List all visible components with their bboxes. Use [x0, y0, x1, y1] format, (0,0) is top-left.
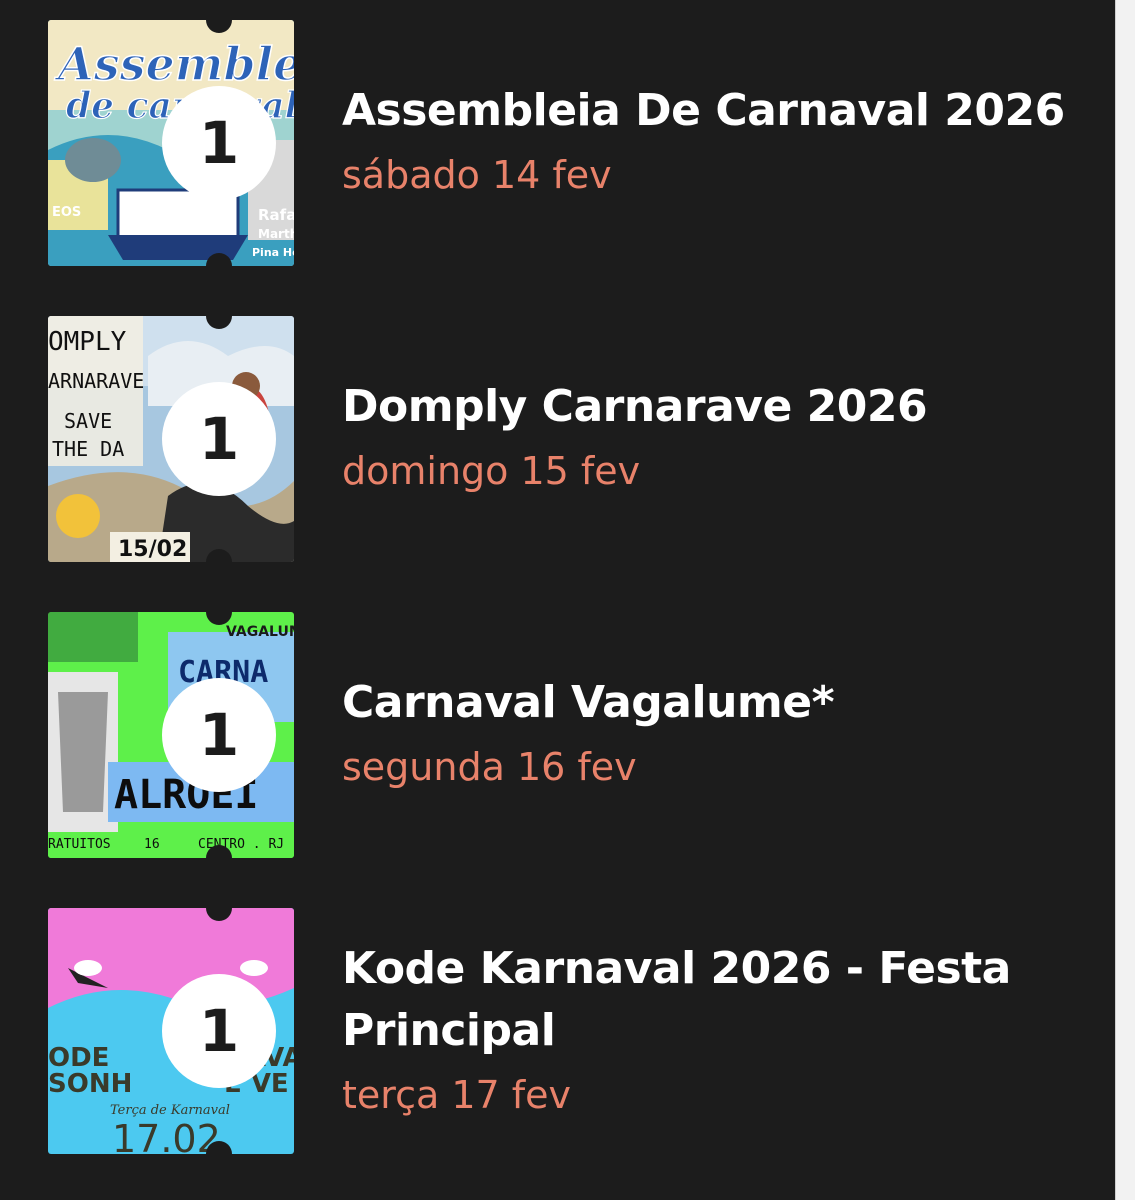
poster-text: Pina He: [252, 246, 294, 259]
event-date: terça 17 fev: [342, 1073, 572, 1117]
event-info: Assembleia De Carnaval 2026 sábado 14 fe…: [342, 80, 1102, 202]
poster-text: SAVE: [64, 409, 112, 433]
poster-text: Rafa: [258, 206, 294, 224]
poster-text: Marth: [258, 227, 294, 241]
poster-text: OMPLY: [48, 327, 127, 357]
event-thumbnail[interactable]: Assembleia de carnaval Rafa Marth Pina H…: [48, 20, 294, 266]
poster-text: Terça de Karnaval: [110, 1103, 230, 1118]
poster-text: VAGALUM: [226, 624, 294, 640]
event-date: sábado 14 fev: [342, 153, 612, 197]
event-thumbnail[interactable]: ODE NAVA SONH E VE Terça de Karnaval 17.…: [48, 908, 294, 1154]
event-thumbnail[interactable]: VAGALUM CARNA ALROEI RATUITOS 16 CENTRO …: [48, 612, 294, 858]
poster-text: SONH: [48, 1069, 132, 1099]
event-info: Carnaval Vagalume* segunda 16 fev: [342, 672, 1102, 794]
event-date: segunda 16 fev: [342, 745, 637, 789]
event-thumbnail[interactable]: OMPLY ARNARAVE SAVE THE DA 15/02 1: [48, 316, 294, 562]
ticket-quantity-badge: 1: [162, 678, 276, 792]
ticket-quantity-badge: 1: [162, 86, 276, 200]
poster-text: 16: [144, 837, 160, 852]
event-title[interactable]: Kode Karnaval 2026 - Festa Principal: [342, 938, 1102, 1062]
poster-text: 17.02: [112, 1117, 221, 1154]
event-item[interactable]: OMPLY ARNARAVE SAVE THE DA 15/02 1 Dompl…: [0, 316, 1115, 562]
ticket-quantity-badge: 1: [162, 382, 276, 496]
poster-text: RATUITOS: [48, 837, 111, 852]
scrollbar-track[interactable]: [1115, 0, 1135, 1200]
poster-text: 15/02: [118, 537, 187, 562]
poster-text: THE DA: [52, 437, 124, 461]
event-title[interactable]: Domply Carnarave 2026: [342, 376, 1102, 438]
event-item[interactable]: ODE NAVA SONH E VE Terça de Karnaval 17.…: [0, 908, 1115, 1154]
event-item[interactable]: VAGALUM CARNA ALROEI RATUITOS 16 CENTRO …: [0, 612, 1115, 858]
event-info: Kode Karnaval 2026 - Festa Principal ter…: [342, 938, 1102, 1122]
ticket-quantity-badge: 1: [162, 974, 276, 1088]
poster-text: ARNARAVE: [48, 369, 144, 393]
event-date: domingo 15 fev: [342, 449, 641, 493]
poster-text: Assembleia: [54, 37, 294, 91]
event-item[interactable]: Assembleia de carnaval Rafa Marth Pina H…: [0, 20, 1115, 266]
poster-text: EOS: [52, 205, 81, 220]
event-title[interactable]: Carnaval Vagalume*: [342, 672, 1102, 734]
event-title[interactable]: Assembleia De Carnaval 2026: [342, 80, 1102, 142]
event-info: Domply Carnarave 2026 domingo 15 fev: [342, 376, 1102, 498]
